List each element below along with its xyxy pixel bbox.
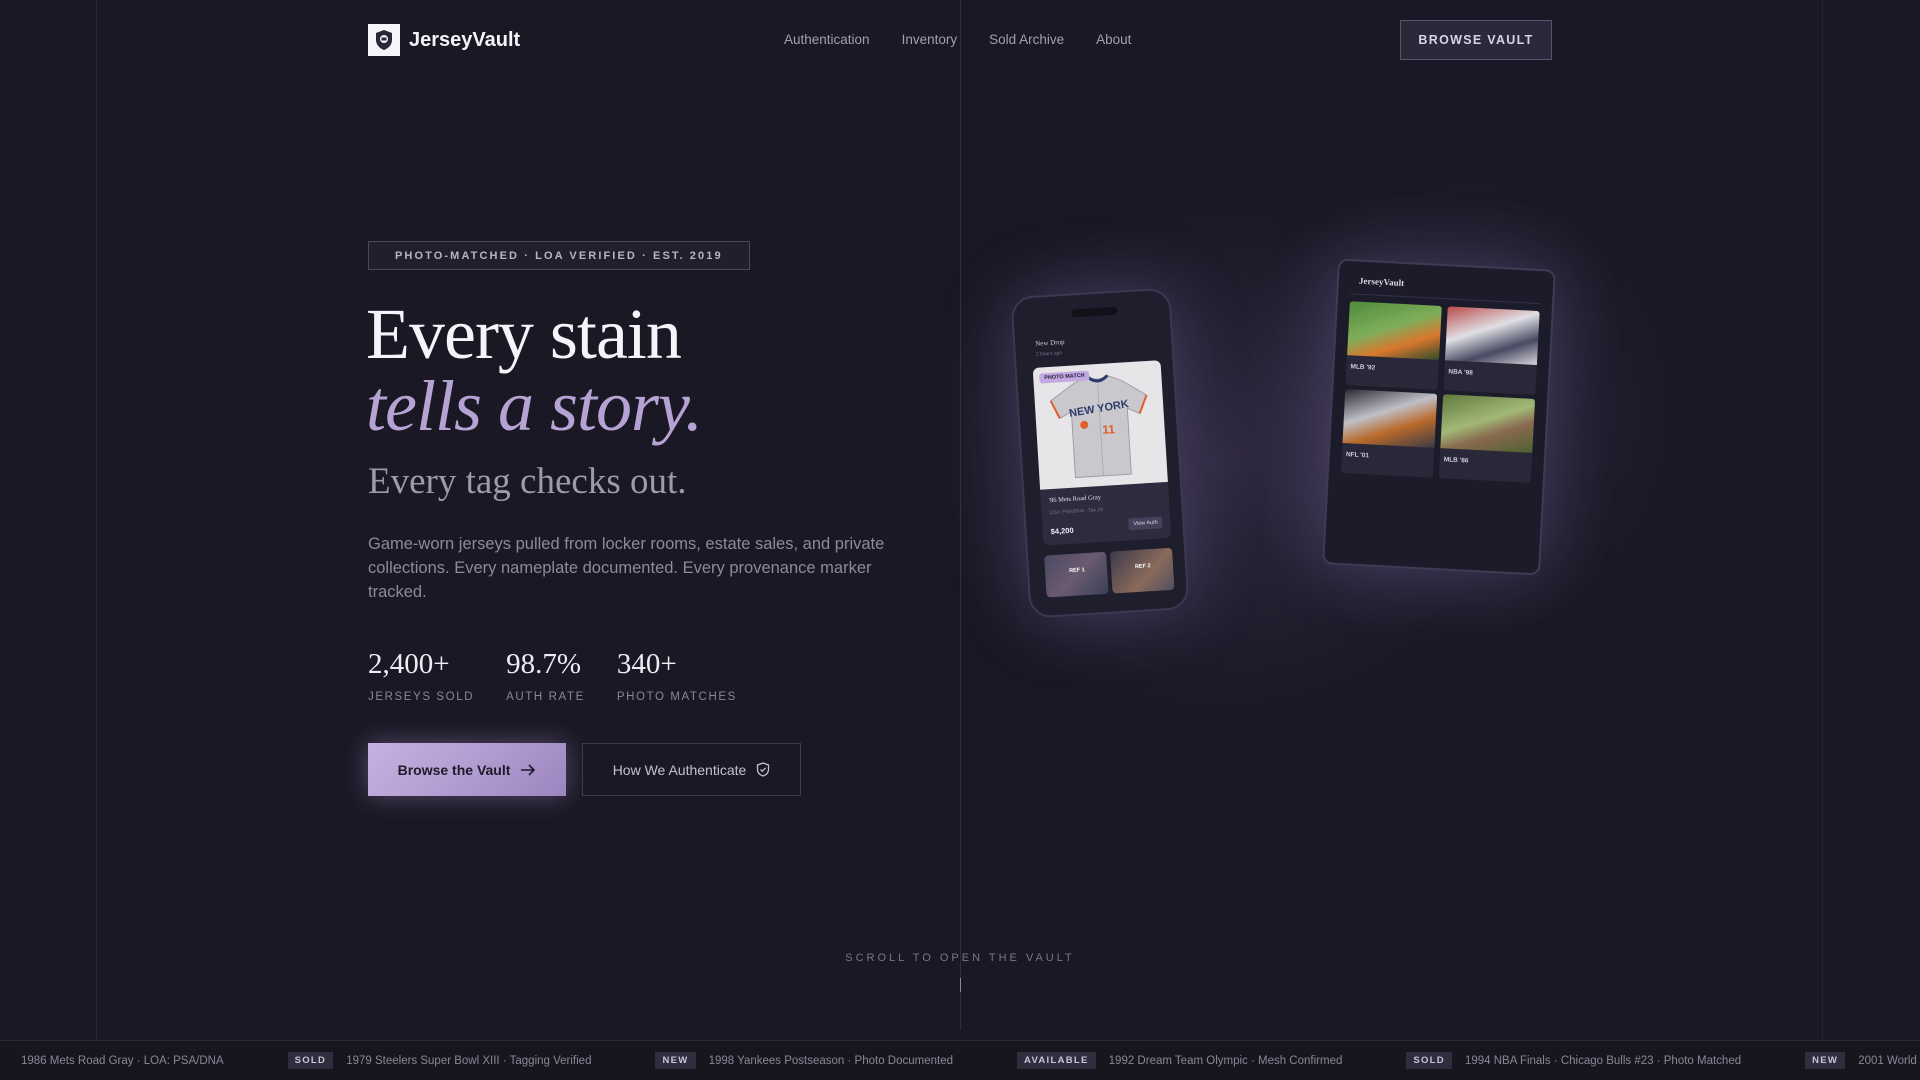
hero-subtitle: Every tag checks out.	[368, 461, 687, 502]
stat-value: 2,400+	[368, 648, 450, 680]
stat-jerseys-sold: 2,400+ JERSEYS SOLD	[368, 648, 474, 703]
grid-line	[1822, 0, 1823, 1040]
tile-image	[1444, 306, 1540, 366]
ticker-item[interactable]: SOLD 1994 NBA Finals · Chicago Bulls #23…	[1406, 1052, 1741, 1069]
stat-label: AUTH RATE	[506, 691, 585, 703]
grid-line	[960, 0, 961, 1030]
ticker-item[interactable]: NEW 1998 Yankees Postseason · Photo Docu…	[655, 1052, 953, 1069]
tile-label: MLB '92	[1350, 363, 1376, 372]
tile-label: MLB '86	[1443, 456, 1469, 465]
stat-auth-rate: 98.7% AUTH RATE	[506, 648, 585, 703]
stat-label: JERSEYS SOLD	[368, 691, 475, 703]
phone-timestamp: 2 hours ago	[1035, 350, 1063, 358]
status-badge: NEW	[1805, 1052, 1846, 1069]
tablet-tile[interactable]: NFL '01	[1340, 389, 1438, 478]
status-badge: AVAILABLE	[1017, 1052, 1096, 1069]
item-name: '86 Mets Road Gray	[1048, 494, 1102, 505]
hero-description: Game-worn jerseys pulled from locker roo…	[368, 535, 885, 601]
nav-link-about[interactable]: About	[1096, 32, 1131, 47]
tile-image	[1440, 394, 1536, 453]
shield-check-icon	[757, 762, 770, 777]
tablet-mockup: JerseyVault MLB '92 NBA '98 NFL '01 MLB …	[1322, 258, 1556, 576]
hero-title-line1: Every stain	[366, 294, 682, 374]
tile-image	[1342, 389, 1438, 448]
tablet-tile[interactable]: MLB '86	[1438, 394, 1536, 483]
ticker-item[interactable]: 1986 Mets Road Gray · LOA: PSA/DNA	[21, 1055, 224, 1067]
status-badge: SOLD	[1406, 1052, 1452, 1069]
shield-logo-icon	[368, 24, 400, 56]
tile-label: NBA '98	[1448, 368, 1473, 377]
browse-the-vault-label: Browse the Vault	[397, 761, 511, 778]
top-navigation: JerseyVault Authentication Inventory Sol…	[368, 20, 1552, 60]
status-badge: SOLD	[287, 1052, 334, 1069]
phone-mockup: New Drop 2 hours ago NEW YORK 11 PHOTO M…	[1010, 287, 1190, 619]
browse-vault-button[interactable]: BROWSE VAULT	[1400, 20, 1552, 60]
tile-label: NFL '01	[1345, 451, 1370, 460]
inventory-ticker: 1986 Mets Road Gray · LOA: PSA/DNA SOLD …	[0, 1040, 1920, 1080]
reference-thumb-2[interactable]: REF 2	[1110, 547, 1175, 594]
how-we-authenticate-button[interactable]: How We Authenticate	[582, 743, 801, 796]
scroll-indicator	[960, 978, 961, 992]
how-we-authenticate-label: How We Authenticate	[612, 761, 747, 778]
nav-link-authentication[interactable]: Authentication	[784, 32, 870, 47]
ticker-text: 1998 Yankees Postseason · Photo Document…	[708, 1054, 953, 1067]
ticker-text: 1986 Mets Road Gray · LOA: PSA/DNA	[21, 1054, 224, 1067]
brand-logo[interactable]: JerseyVault	[368, 24, 520, 56]
tablet-tile[interactable]: NBA '98	[1443, 306, 1540, 396]
grid-line	[96, 0, 97, 1040]
main-menu: Authentication Inventory Sold Archive Ab…	[784, 32, 1131, 47]
stat-value: 98.7%	[506, 648, 582, 680]
item-price: $4,200	[1050, 525, 1074, 537]
ticker-text: 2001 World	[1858, 1054, 1917, 1067]
arrow-right-icon	[521, 763, 536, 776]
thumb-label: REF 2	[1134, 563, 1151, 571]
jersey-image: NEW YORK 11 PHOTO MATCH	[1032, 360, 1168, 490]
brand-name: JerseyVault	[409, 28, 521, 51]
phone-notch	[1071, 306, 1118, 318]
tile-image	[1347, 301, 1442, 360]
status-badge: NEW	[655, 1052, 696, 1069]
nav-link-sold-archive[interactable]: Sold Archive	[989, 32, 1064, 47]
jersey-number: 11	[1102, 422, 1116, 437]
ticker-item[interactable]: NEW 2001 World	[1805, 1052, 1917, 1069]
phone-header: New Drop	[1034, 337, 1065, 348]
ticker-item[interactable]: AVAILABLE 1992 Dream Team Olympic · Mesh…	[1017, 1052, 1342, 1069]
ticker-text: 1994 NBA Finals · Chicago Bulls #23 · Ph…	[1464, 1054, 1742, 1067]
nav-link-inventory[interactable]: Inventory	[902, 32, 958, 47]
ticker-text: 1979 Steelers Super Bowl XIII · Tagging …	[346, 1054, 592, 1067]
view-auth-button[interactable]: View Auth	[1128, 516, 1164, 531]
stat-photo-matches: 340+ PHOTO MATCHES	[617, 648, 737, 703]
ticker-text: 1992 Dream Team Olympic · Mesh Confirmed	[1108, 1054, 1343, 1067]
stat-label: PHOTO MATCHES	[616, 691, 737, 703]
ticker-item[interactable]: SOLD 1979 Steelers Super Bowl XIII · Tag…	[287, 1052, 592, 1069]
thumb-label: REF 1	[1068, 567, 1085, 575]
stats-row: 2,400+ JERSEYS SOLD 98.7% AUTH RATE 340+…	[368, 648, 737, 703]
browse-the-vault-button[interactable]: Browse the Vault	[368, 743, 566, 796]
trust-badge: PHOTO-MATCHED · LOA VERIFIED · EST. 2019	[368, 241, 750, 270]
phone-item-card[interactable]: NEW YORK 11 PHOTO MATCH '86 Mets Road Gr…	[1032, 360, 1172, 546]
item-meta: LOA: PSA/DNA · Tax 24	[1049, 506, 1104, 517]
tablet-brand: JerseyVault	[1358, 275, 1405, 288]
reference-thumb-1[interactable]: REF 1	[1044, 551, 1109, 598]
stat-value: 340+	[616, 648, 677, 680]
tablet-tile[interactable]: MLB '92	[1345, 301, 1442, 390]
hero-title-line2: tells a story.	[366, 366, 703, 446]
scroll-hint: SCROLL TO OPEN THE VAULT	[845, 952, 1075, 964]
